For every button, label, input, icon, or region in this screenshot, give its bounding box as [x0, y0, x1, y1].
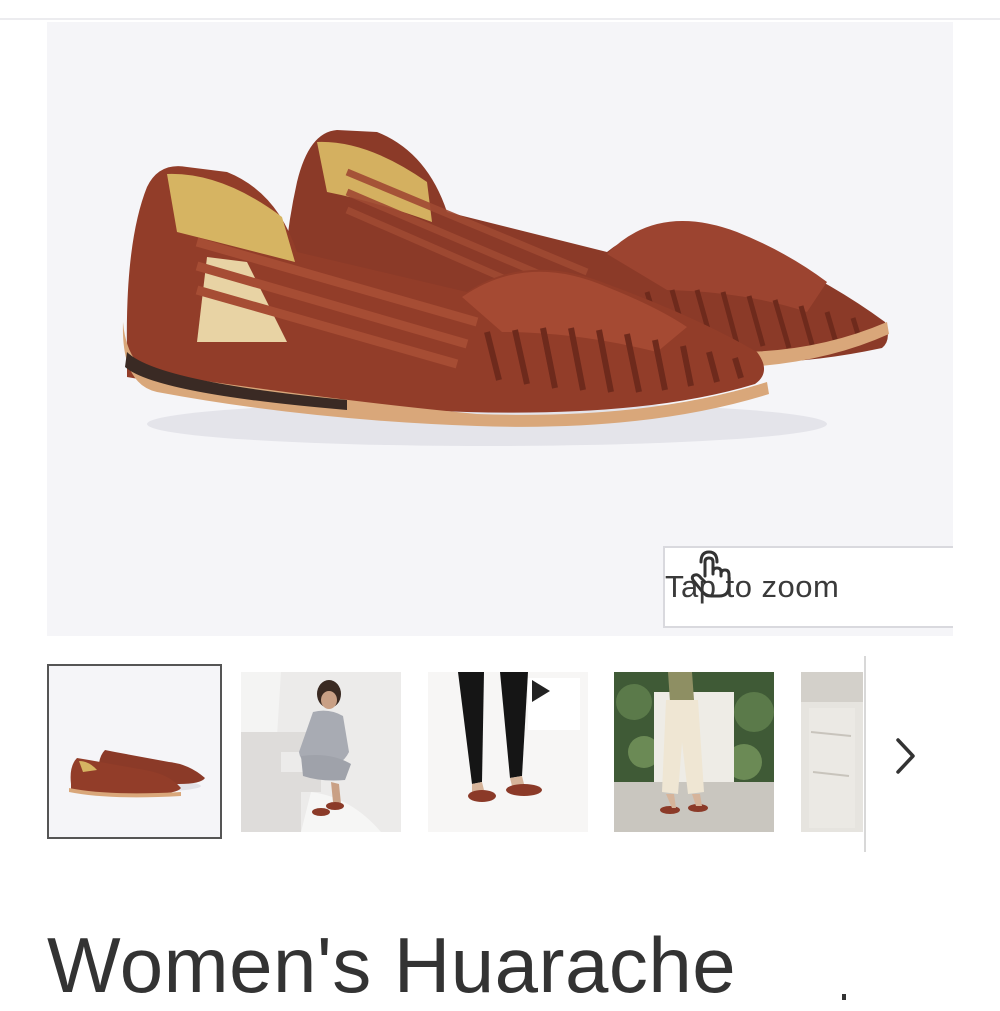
tap-hand-icon: [690, 550, 731, 598]
header-divider: [0, 18, 1000, 20]
thumbnail-walking-video[interactable]: [428, 672, 588, 832]
product-title: Women's Huarache: [47, 921, 737, 1009]
title-trailing-mark: [842, 994, 846, 1000]
thumbnail-model-sitting-on-stairs[interactable]: [241, 672, 401, 832]
carousel-next-button[interactable]: [884, 734, 928, 778]
huarache-shoes-photo: [122, 130, 889, 446]
model-sitting-image: [241, 672, 401, 832]
model-standing-image: [614, 672, 774, 832]
thumbnail-carousel: [0, 656, 1000, 856]
thumbnail-stone-wall[interactable]: [801, 672, 863, 832]
chevron-right-icon: [896, 738, 915, 774]
video-play-badge[interactable]: [528, 678, 580, 730]
carousel-edge: [864, 656, 866, 852]
play-icon: [532, 680, 550, 702]
thumbnail-product-side-view[interactable]: [47, 664, 222, 839]
stone-wall-image: [801, 672, 863, 832]
thumbnail-shoes-image: [69, 750, 205, 798]
product-hero-image[interactable]: Tap to zoom: [47, 22, 953, 636]
tap-to-zoom-button[interactable]: Tap to zoom: [663, 546, 953, 628]
thumbnail-model-standing-garden[interactable]: [614, 672, 774, 832]
